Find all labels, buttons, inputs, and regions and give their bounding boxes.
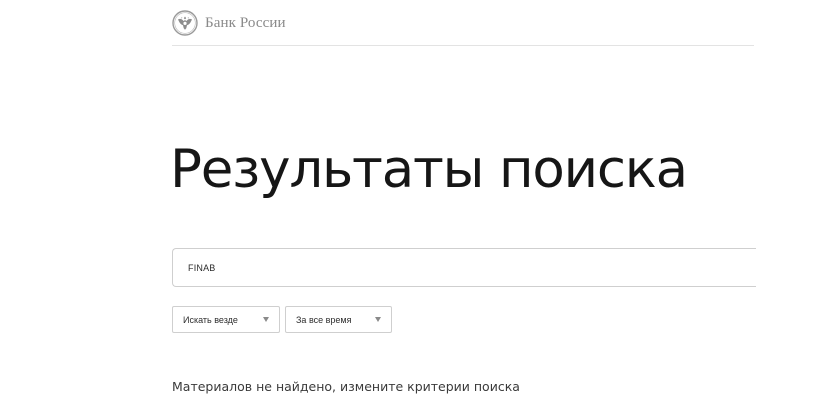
search-filters: Искать везде За все время xyxy=(172,306,392,333)
caret-down-icon xyxy=(263,317,269,322)
double-headed-eagle-emblem-icon xyxy=(172,10,198,36)
search-field[interactable] xyxy=(172,248,756,287)
page-title: Результаты поиска xyxy=(170,139,688,200)
time-range-dropdown[interactable]: За все время xyxy=(285,306,392,333)
page: Банк России Результаты поиска Искать вез… xyxy=(0,0,820,405)
bank-name: Банк России xyxy=(205,14,286,31)
time-range-label: За все время xyxy=(296,314,352,325)
caret-down-icon xyxy=(375,317,381,322)
search-scope-dropdown[interactable]: Искать везде xyxy=(172,306,280,333)
search-input[interactable] xyxy=(188,249,756,286)
bank-logo-link[interactable]: Банк России xyxy=(172,10,286,36)
no-results-message: Материалов не найдено, измените критерии… xyxy=(172,379,520,394)
site-header: Банк России xyxy=(172,4,754,46)
search-scope-label: Искать везде xyxy=(183,314,238,325)
